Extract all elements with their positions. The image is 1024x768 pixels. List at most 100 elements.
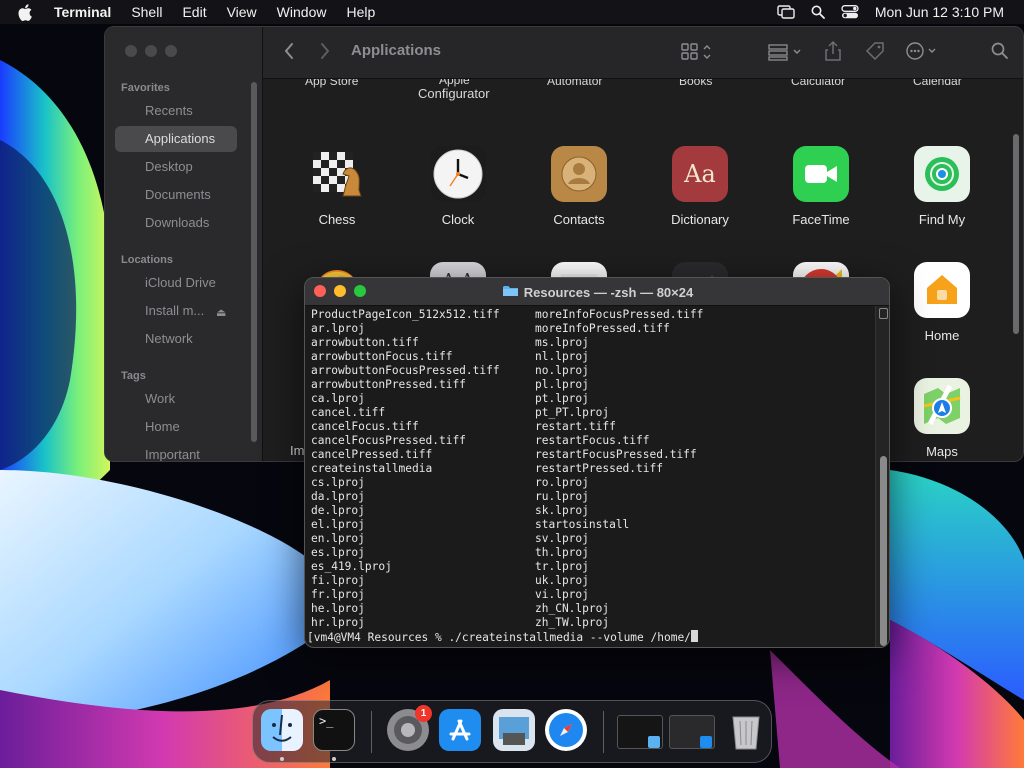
terminal-file-entry: he.lproj xyxy=(311,602,365,615)
app-label-books[interactable]: Books xyxy=(679,79,712,88)
finder-toolbar: Applications xyxy=(263,27,1023,79)
control-center-icon[interactable] xyxy=(841,5,859,19)
grid-scrollbar[interactable] xyxy=(1013,134,1019,334)
menu-view[interactable]: View xyxy=(227,4,257,20)
app-label: Contacts xyxy=(553,212,605,227)
menu-help[interactable]: Help xyxy=(346,4,375,20)
terminal-file-entry: ru.lproj xyxy=(535,490,589,503)
sidebar-scrollbar[interactable] xyxy=(251,82,257,442)
terminal-file-entry: fi.lproj xyxy=(311,574,365,587)
preview-icon[interactable] xyxy=(493,709,535,751)
safari-icon[interactable] xyxy=(545,709,587,751)
sidebar-item-label: Applications xyxy=(145,131,216,146)
sidebar-item-tag-work[interactable]: Work xyxy=(115,386,237,412)
sidebar-item-applications[interactable]: Applications xyxy=(115,126,237,152)
sidebar-item-tag-home[interactable]: Home xyxy=(115,414,237,440)
share-icon[interactable] xyxy=(825,40,841,62)
menu-window[interactable]: Window xyxy=(277,4,327,20)
terminal-output-column-1: ProductPageIcon_512x512.tiff ar.lproj arro… xyxy=(311,308,500,630)
sidebar-item-label: Desktop xyxy=(145,159,193,174)
close-button[interactable] xyxy=(125,45,137,57)
app-label-automator[interactable]: Automator xyxy=(547,79,602,88)
app-clock[interactable]: Clock xyxy=(398,146,518,227)
icon-view-grid-icon[interactable] xyxy=(681,43,715,61)
menu-shell[interactable]: Shell xyxy=(131,4,162,20)
app-maps[interactable]: Maps xyxy=(882,378,1002,459)
app-label-calculator[interactable]: Calculator xyxy=(791,79,845,88)
terminal-file-entry: th.lproj xyxy=(535,546,589,559)
app-store-icon[interactable] xyxy=(439,709,481,751)
terminal-file-entry: sv.lproj xyxy=(535,532,589,545)
system-settings-icon[interactable]: 1 xyxy=(387,705,432,751)
app-label-calendar[interactable]: Calendar xyxy=(913,79,962,88)
window-controls-inactive xyxy=(125,45,177,57)
terminal-file-entry: cancel.tiff xyxy=(311,406,386,419)
sidebar-item-label: Home xyxy=(145,419,180,434)
terminal-file-entry: cancelPressed.tiff xyxy=(311,448,433,461)
eject-icon[interactable]: ⏏ xyxy=(216,306,226,319)
app-chess[interactable]: Chess xyxy=(277,146,397,227)
terminal-prompt-line[interactable]: [vm4@VM4 Resources % ./createinstallmedi… xyxy=(307,630,698,644)
terminal-file-entry: ms.lproj xyxy=(535,336,589,349)
app-dictionary[interactable]: Aa Dictionary xyxy=(640,146,760,227)
app-label-app-store[interactable]: App Store xyxy=(305,79,358,88)
dock-separator xyxy=(603,711,604,753)
spotlight-search-icon[interactable] xyxy=(811,5,825,19)
screen-mirroring-icon[interactable] xyxy=(777,5,795,19)
terminal-file-entry: es.lproj xyxy=(311,546,365,559)
terminal-file-entry: uk.lproj xyxy=(535,574,589,587)
back-chevron-icon[interactable] xyxy=(283,41,295,61)
app-home[interactable]: Home xyxy=(882,262,1002,343)
forward-chevron-icon[interactable] xyxy=(319,41,331,61)
terminal-scroll-thumb[interactable] xyxy=(880,456,887,646)
terminal-scrollbar[interactable] xyxy=(875,306,889,647)
find-my-icon xyxy=(914,146,970,202)
recent-window-icon[interactable] xyxy=(617,715,663,749)
group-by-icon[interactable] xyxy=(768,43,804,61)
contacts-icon xyxy=(551,146,607,202)
tag-icon[interactable] xyxy=(865,41,885,61)
terminal-icon[interactable]: >_ xyxy=(313,709,355,751)
app-label-image-capture[interactable]: Im xyxy=(290,443,304,458)
app-contacts[interactable]: Contacts xyxy=(519,146,639,227)
menu-edit[interactable]: Edit xyxy=(182,4,206,20)
scroll-up-icon[interactable] xyxy=(879,308,888,319)
sidebar-item-tag-important[interactable]: Important xyxy=(115,442,237,461)
trash-icon[interactable] xyxy=(725,709,767,751)
terminal-file-entry: restartPressed.tiff xyxy=(535,462,663,475)
sidebar-item-downloads[interactable]: Downloads xyxy=(115,210,237,236)
sidebar-item-icloud-drive[interactable]: iCloud Drive xyxy=(115,270,237,296)
app-find-my[interactable]: Find My xyxy=(882,146,1002,227)
search-icon[interactable] xyxy=(991,42,1009,60)
home-app-icon xyxy=(914,262,970,318)
finder-icon[interactable] xyxy=(261,709,303,751)
dock: >_ 1 xyxy=(252,700,772,763)
terminal-file-entry: moreInfoFocusPressed.tiff xyxy=(535,308,704,321)
more-actions-icon[interactable] xyxy=(905,41,941,61)
sidebar-item-recents[interactable]: Recents xyxy=(115,98,237,124)
sidebar-item-label: iCloud Drive xyxy=(145,275,216,290)
sidebar-item-network[interactable]: Network xyxy=(115,326,237,352)
app-label-apple-configurator-line2[interactable]: Configurator xyxy=(418,86,490,101)
apple-menu-icon[interactable] xyxy=(18,3,36,21)
minimize-button[interactable] xyxy=(145,45,157,57)
facetime-icon xyxy=(793,146,849,202)
terminal-file-entry: cs.lproj xyxy=(311,476,365,489)
dock-separator xyxy=(371,711,372,753)
sidebar-item-documents[interactable]: Documents xyxy=(115,182,237,208)
recent-window-icon[interactable] xyxy=(669,715,715,749)
window-title: Applications xyxy=(351,42,442,59)
menu-terminal[interactable]: Terminal xyxy=(54,4,111,20)
app-facetime[interactable]: FaceTime xyxy=(761,146,881,227)
sidebar-item-desktop[interactable]: Desktop xyxy=(115,154,237,180)
sidebar-item-label: Network xyxy=(145,331,193,346)
sidebar-item-label: Work xyxy=(145,391,176,406)
menubar-clock[interactable]: Mon Jun 12 3:10 PM xyxy=(875,4,1004,20)
running-indicator xyxy=(332,757,336,761)
terminal-file-entry: arrowbutton.tiff xyxy=(311,336,419,349)
zoom-button[interactable] xyxy=(165,45,177,57)
sidebar-item-install-media[interactable]: Install m... xyxy=(115,298,207,324)
terminal-output[interactable]: ProductPageIcon_512x512.tiff ar.lproj arro… xyxy=(307,308,883,646)
finder-sidebar: Favorites Recents Applications Desktop D… xyxy=(105,27,263,461)
running-indicator xyxy=(280,757,284,761)
